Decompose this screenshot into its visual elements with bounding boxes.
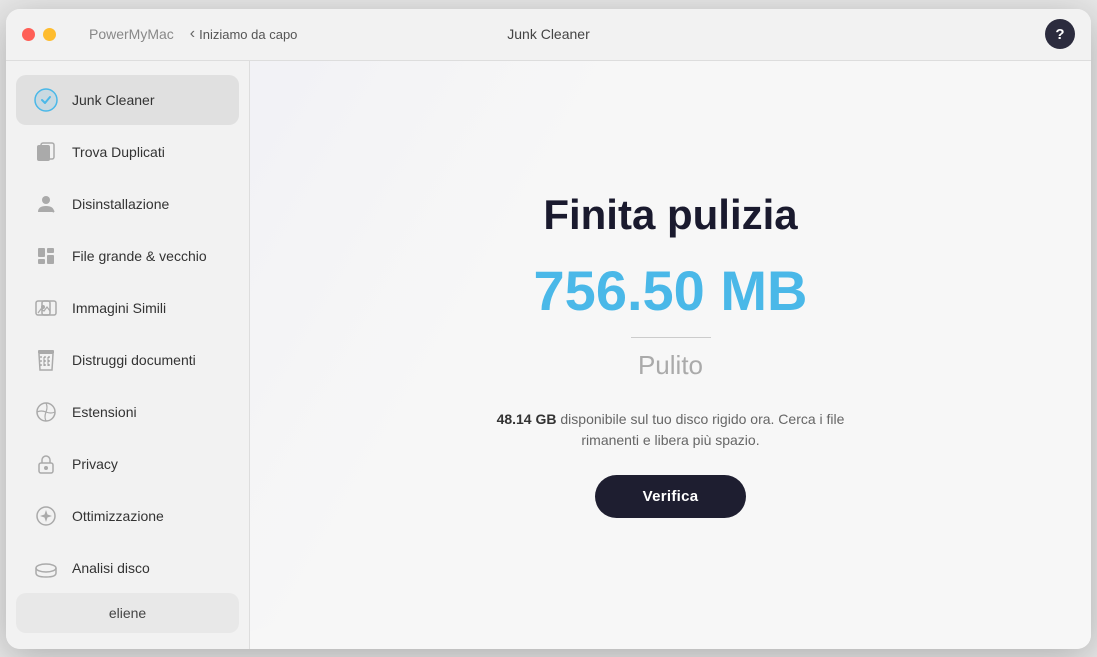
trova-duplicati-icon: [32, 138, 60, 166]
chevron-left-icon: ‹: [190, 25, 195, 43]
title-bar: PowerMyMac ‹ Iniziamo da capo Junk Clean…: [6, 9, 1091, 61]
sidebar-item-estensioni[interactable]: Estensioni: [16, 387, 239, 437]
sidebar-item-label: Distruggi documenti: [72, 352, 196, 368]
sidebar-item-junk-cleaner[interactable]: Junk Cleaner: [16, 75, 239, 125]
file-grande-icon: [32, 242, 60, 270]
disk-info: 48.14 GB disponibile sul tuo disco rigid…: [481, 409, 861, 451]
cleaned-label: Pulito: [638, 350, 703, 381]
app-window: PowerMyMac ‹ Iniziamo da capo Junk Clean…: [6, 9, 1091, 649]
disinstallazione-icon: [32, 190, 60, 218]
traffic-lights: [22, 28, 77, 41]
sidebar-item-distruggi-documenti[interactable]: Distruggi documenti: [16, 335, 239, 385]
main-layout: Junk Cleaner Trova Duplicati: [6, 61, 1091, 649]
sidebar-item-label: Analisi disco: [72, 560, 150, 576]
disk-size: 48.14 GB: [497, 411, 557, 427]
junk-cleaner-icon: [32, 86, 60, 114]
sidebar-item-label: Junk Cleaner: [72, 92, 155, 108]
divider-line: [631, 337, 711, 338]
sidebar-item-label: Trova Duplicati: [72, 144, 165, 160]
verify-button[interactable]: Verifica: [595, 475, 747, 518]
back-label: Iniziamo da capo: [199, 27, 297, 42]
sidebar-item-label: Privacy: [72, 456, 118, 472]
sidebar-user[interactable]: eliene: [16, 593, 239, 633]
immagini-simili-icon: [32, 294, 60, 322]
sidebar-item-label: File grande & vecchio: [72, 248, 207, 264]
sidebar-item-label: Ottimizzazione: [72, 508, 164, 524]
privacy-icon: [32, 450, 60, 478]
finish-title: Finita pulizia: [543, 191, 797, 239]
back-navigation[interactable]: ‹ Iniziamo da capo: [190, 25, 298, 43]
sidebar-item-label: Disinstallazione: [72, 196, 169, 212]
window-title: Junk Cleaner: [507, 26, 590, 42]
analisi-disco-icon: [32, 554, 60, 582]
content-inner: Finita pulizia 756.50 MB Pulito 48.14 GB…: [481, 191, 861, 518]
sidebar-item-trova-duplicati[interactable]: Trova Duplicati: [16, 127, 239, 177]
sidebar-item-disinstallazione[interactable]: Disinstallazione: [16, 179, 239, 229]
sidebar-items: Junk Cleaner Trova Duplicati: [6, 73, 249, 585]
content-area: Finita pulizia 756.50 MB Pulito 48.14 GB…: [250, 61, 1091, 649]
ottimizzazione-icon: [32, 502, 60, 530]
sidebar-item-ottimizzazione[interactable]: Ottimizzazione: [16, 491, 239, 541]
sidebar-item-file-grande[interactable]: File grande & vecchio: [16, 231, 239, 281]
sidebar-item-analisi-disco[interactable]: Analisi disco: [16, 543, 239, 585]
sidebar-item-immagini-simili[interactable]: Immagini Simili: [16, 283, 239, 333]
app-name: PowerMyMac: [89, 26, 174, 42]
estensioni-icon: [32, 398, 60, 426]
sidebar-item-label: Immagini Simili: [72, 300, 166, 316]
minimize-button[interactable]: [43, 28, 56, 41]
disk-description: disponibile sul tuo disco rigido ora. Ce…: [557, 411, 845, 448]
sidebar-item-privacy[interactable]: Privacy: [16, 439, 239, 489]
sidebar-item-label: Estensioni: [72, 404, 137, 420]
sidebar: Junk Cleaner Trova Duplicati: [6, 61, 250, 649]
help-button[interactable]: ?: [1045, 19, 1075, 49]
close-button[interactable]: [22, 28, 35, 41]
distruggi-documenti-icon: [32, 346, 60, 374]
cleaned-amount: 756.50 MB: [534, 263, 808, 319]
